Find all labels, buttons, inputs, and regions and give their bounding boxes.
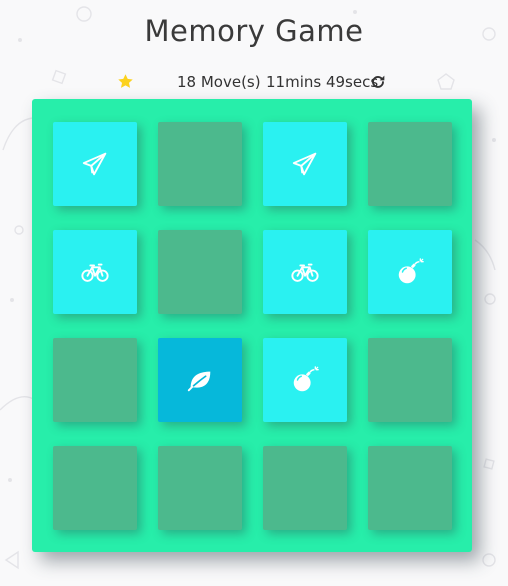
restart-button[interactable] xyxy=(370,74,386,90)
card-bicycle-match[interactable] xyxy=(263,230,347,314)
bomb-icon xyxy=(395,257,425,287)
leaf-icon xyxy=(185,365,215,395)
card-hidden[interactable] xyxy=(368,338,452,422)
card-hidden[interactable] xyxy=(53,446,137,530)
card-deck xyxy=(32,99,472,552)
bicycle-icon xyxy=(80,257,110,287)
card-paper-plane-match[interactable] xyxy=(53,122,137,206)
card-bomb-match[interactable] xyxy=(368,230,452,314)
moves-counter: 18 Move(s) xyxy=(177,73,261,91)
card-hidden[interactable] xyxy=(368,446,452,530)
card-bomb-match[interactable] xyxy=(263,338,347,422)
score-panel: 18 Move(s) 11mins 49secs xyxy=(0,72,508,94)
card-hidden[interactable] xyxy=(158,122,242,206)
paper-plane-icon xyxy=(80,149,110,179)
card-hidden[interactable] xyxy=(53,338,137,422)
paper-plane-icon xyxy=(290,149,320,179)
bicycle-icon xyxy=(290,257,320,287)
card-leaf-open[interactable] xyxy=(158,338,242,422)
card-paper-plane-match[interactable] xyxy=(263,122,347,206)
page-title: Memory Game xyxy=(144,14,364,48)
card-bicycle-match[interactable] xyxy=(53,230,137,314)
card-hidden[interactable] xyxy=(368,122,452,206)
timer: 11mins 49secs xyxy=(266,73,379,91)
redo-icon xyxy=(372,75,385,88)
bomb-icon xyxy=(290,365,320,395)
card-hidden[interactable] xyxy=(158,230,242,314)
star-icon xyxy=(117,73,134,90)
card-hidden[interactable] xyxy=(263,446,347,530)
card-hidden[interactable] xyxy=(158,446,242,530)
